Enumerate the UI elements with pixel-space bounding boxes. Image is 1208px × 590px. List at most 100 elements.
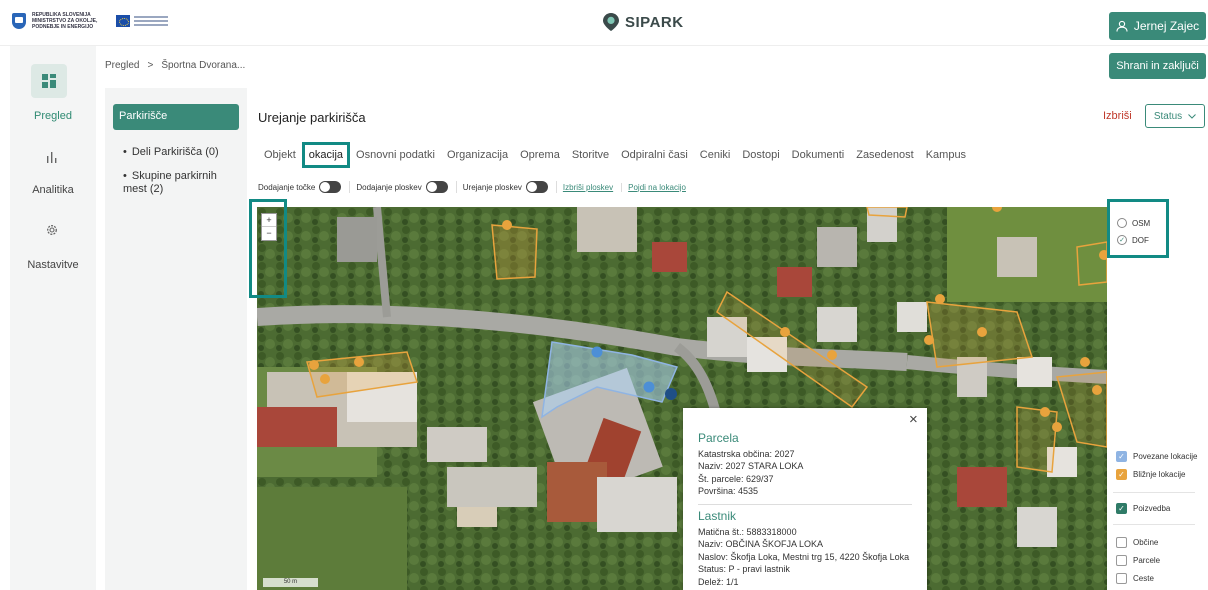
tab-kampus[interactable]: Kampus — [920, 147, 972, 163]
go-to-location-link[interactable]: Pojdi na lokacijo — [628, 183, 694, 192]
parcel-section-title: Parcela — [698, 431, 739, 445]
user-account-button[interactable]: Jernej Zajec — [1109, 12, 1206, 40]
nav-item-analitika[interactable]: Analitika — [10, 184, 96, 196]
eu-funding-logo — [116, 14, 168, 28]
owner-line: Naslov: Škofja Loka, Mestni trg 15, 4220… — [698, 551, 910, 562]
government-logo: REPUBLIKA SLOVENIJA MINISTRSTVO ZA OKOLJ… — [12, 12, 102, 30]
edit-areas-toggle[interactable] — [525, 181, 548, 193]
chevron-down-icon — [1188, 113, 1197, 119]
checkbox-unchecked-icon[interactable] — [1116, 555, 1127, 566]
overlay-nearby-locations[interactable]: ✓ Bližnje lokacije — [1116, 469, 1185, 480]
municipalities-label: Občine — [1133, 538, 1159, 547]
overlay-roads[interactable]: Ceste — [1116, 573, 1154, 584]
tab-bar: Objekt okacija Osnovni podatki Organizac… — [258, 142, 972, 168]
overlay-query[interactable]: ✓ Poizvedba — [1116, 503, 1170, 514]
dof-label: DOF — [1132, 235, 1149, 245]
osm-radio[interactable] — [1117, 218, 1127, 228]
aerial-map[interactable] — [257, 207, 1107, 590]
zoom-controls: + − — [261, 213, 277, 241]
tab-ceniki[interactable]: Ceniki — [694, 147, 737, 163]
breadcrumb-separator-icon: > — [147, 60, 154, 71]
parcel-line: Površina: 4535 — [698, 486, 759, 497]
save-and-finish-button[interactable]: Shrani in zaključi — [1109, 53, 1206, 79]
nav-item-pregled[interactable]: Pregled — [10, 110, 96, 122]
checkbox-checked-icon[interactable]: ✓ — [1116, 503, 1127, 514]
tab-storitve[interactable]: Storitve — [566, 147, 615, 163]
layer-separator — [1113, 524, 1195, 525]
osm-label: OSM — [1132, 218, 1151, 228]
government-name: REPUBLIKA SLOVENIJA MINISTRSTVO ZA OKOLJ… — [32, 12, 98, 30]
parking-panel-title[interactable]: Parkirišče — [113, 104, 239, 130]
overlay-municipalities[interactable]: Občine — [1116, 537, 1158, 548]
user-name: Jernej Zajec — [1133, 19, 1200, 33]
tab-osnovni-podatki[interactable]: Osnovni podatki — [350, 147, 441, 163]
tab-dokumenti[interactable]: Dokumenti — [786, 147, 851, 163]
zoom-out-button[interactable]: − — [262, 227, 276, 240]
checkbox-checked-icon[interactable]: ✓ — [1116, 469, 1127, 480]
parcel-info-popup: × Parcela Katastrska občina: 2027 Naziv:… — [683, 408, 927, 590]
brand-logo[interactable]: SIPARK — [603, 13, 684, 31]
close-icon[interactable]: × — [909, 412, 918, 427]
related-locations-label: Povezane lokacije — [1133, 452, 1198, 461]
tab-organizacija[interactable]: Organizacija — [441, 147, 514, 163]
tab-objekt[interactable]: Objekt — [258, 147, 302, 163]
owner-line: Naziv: OBČINA ŠKOFJA LOKA — [698, 539, 824, 550]
dashboard-nav-button[interactable] — [31, 64, 67, 98]
zoom-in-button[interactable]: + — [262, 214, 276, 227]
page-title: Urejanje parkirišča — [258, 110, 366, 125]
add-areas-toggle[interactable] — [425, 181, 448, 193]
bar-chart-icon[interactable] — [45, 150, 59, 164]
owner-section-title: Lastnik — [698, 508, 737, 523]
left-navigation: Pregled Analitika Nastavitve — [10, 46, 96, 590]
checkbox-checked-icon[interactable]: ✓ — [1116, 451, 1127, 462]
top-header: REPUBLIKA SLOVENIJA MINISTRSTVO ZA OKOLJ… — [0, 0, 1208, 46]
edit-areas-label: Urejanje ploskev — [462, 182, 522, 192]
status-label: Status — [1153, 110, 1183, 122]
map-pin-logo-icon — [603, 13, 619, 31]
breadcrumb-current: Športna Dvorana... — [161, 60, 246, 71]
overlay-parcels[interactable]: Parcele — [1116, 555, 1160, 566]
status-dropdown[interactable]: Status — [1145, 104, 1205, 128]
add-point-tool: Dodajanje točke — [258, 181, 351, 193]
layer-separator — [1113, 492, 1195, 493]
owner-line: Status: P - pravi lastnik — [698, 564, 790, 575]
checkbox-unchecked-icon[interactable] — [1116, 573, 1127, 584]
base-layer-dof[interactable]: ✓ DOF — [1117, 235, 1149, 245]
parking-panel: Parkirišče Deli Parkirišča (0) Skupine p… — [105, 88, 247, 590]
delete-areas-link[interactable]: Izbriši ploskev — [563, 182, 623, 192]
checkbox-unchecked-icon[interactable] — [1116, 537, 1127, 548]
parcel-line: Katastrska občina: 2027 — [698, 448, 795, 459]
base-layer-osm[interactable]: OSM — [1117, 218, 1150, 228]
roads-label: Ceste — [1133, 574, 1154, 583]
dashboard-icon — [42, 74, 56, 88]
nav-item-nastavitve[interactable]: Nastavitve — [10, 259, 96, 271]
base-layer-highlight — [1107, 199, 1169, 258]
add-point-toggle[interactable] — [319, 181, 342, 193]
coat-of-arms-icon — [12, 13, 26, 29]
add-areas-label: Dodajanje ploskev — [356, 182, 422, 192]
parking-groups-item[interactable]: Skupine parkirnih mest (2) — [123, 170, 241, 196]
breadcrumb-root-link[interactable]: Pregled — [105, 60, 139, 71]
parcels-label: Parcele — [1133, 556, 1161, 565]
breadcrumb: Pregled > Športna Dvorana... — [105, 60, 245, 71]
overlay-related-locations[interactable]: ✓ Povezane lokacije — [1116, 451, 1197, 462]
tab-dostopi[interactable]: Dostopi — [736, 147, 785, 163]
delete-button[interactable]: Izbriši — [1103, 110, 1132, 122]
parking-parts-item[interactable]: Deli Parkirišča (0) — [123, 146, 241, 159]
aerial-imagery — [257, 207, 1107, 590]
tab-lokacija[interactable]: okacija — [301, 142, 351, 168]
owner-line: Delež: 1/1 — [698, 576, 739, 587]
popup-divider — [698, 503, 912, 505]
tab-odpiralni-casi[interactable]: Odpiralni časi — [615, 147, 694, 163]
add-point-label: Dodajanje točke — [258, 182, 316, 192]
tab-zasedenost[interactable]: Zasedenost — [850, 147, 919, 163]
owner-line: Matična št.: 5883318000 — [698, 526, 797, 537]
map-toolbar: Dodajanje točke Dodajanje ploskev Urejan… — [258, 181, 694, 193]
nearby-locations-label: Bližnje lokacije — [1133, 470, 1186, 479]
parcel-line: Št. parcele: 629/37 — [698, 473, 774, 484]
tab-oprema[interactable]: Oprema — [514, 147, 566, 163]
dof-radio-checked-icon[interactable]: ✓ — [1117, 235, 1127, 245]
parcel-line: Naziv: 2027 STARA LOKA — [698, 461, 804, 472]
edit-areas-tool: Urejanje ploskev — [463, 181, 557, 193]
gear-icon[interactable] — [45, 223, 59, 237]
